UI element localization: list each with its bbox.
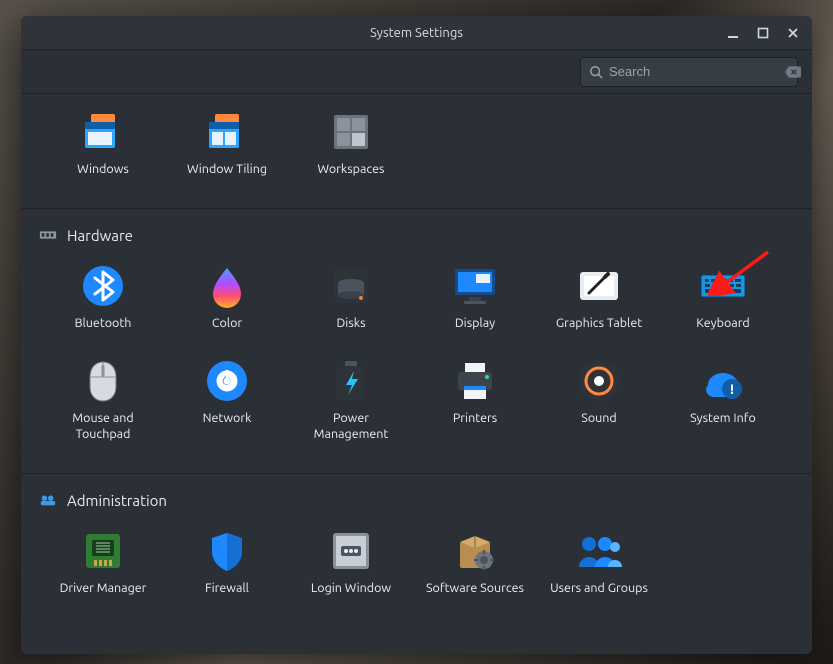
section-title: Administration [67,492,167,509]
item-color[interactable]: Color [167,258,287,336]
item-window-tiling[interactable]: Window Tiling [167,104,287,182]
graphics-tablet-icon [575,262,623,310]
item-label: Disks [336,316,365,332]
hardware-section-icon [39,228,57,242]
printers-icon [451,357,499,405]
item-label: Windows [77,162,129,178]
item-label: Login Window [311,581,391,597]
item-label: Window Tiling [187,162,267,178]
search-icon [589,65,603,79]
item-label: Color [212,316,242,332]
close-button[interactable] [786,26,800,40]
item-sound[interactable]: Sound [539,353,659,446]
section-hardware: Hardware Bluetooth [21,208,812,473]
power-icon [327,357,375,405]
mouse-icon [79,357,127,405]
network-icon [203,357,251,405]
item-disks[interactable]: Disks [291,258,411,336]
item-label: Software Sources [426,581,524,597]
item-label: Bluetooth [75,316,132,332]
item-label: Network [203,411,252,427]
display-icon [451,262,499,310]
workspaces-icon [327,108,375,156]
system-info-icon: ! [699,357,747,405]
bluetooth-icon [79,262,127,310]
keyboard-icon [699,262,747,310]
item-power-management[interactable]: Power Management [291,353,411,446]
disks-icon [327,262,375,310]
item-printers[interactable]: Printers [415,353,535,446]
clear-search-icon[interactable] [785,66,801,78]
minimize-button[interactable] [726,26,740,40]
driver-manager-icon [79,527,127,575]
window-title: System Settings [21,26,812,40]
window-tiling-icon [203,108,251,156]
item-label: Display [455,316,495,332]
item-label: Sound [581,411,616,427]
titlebar: System Settings [21,16,812,50]
svg-text:!: ! [730,381,734,397]
users-groups-icon [575,527,623,575]
item-workspaces[interactable]: Workspaces [291,104,411,182]
toolbar [21,50,812,94]
section-preferences: Windows Window Tiling [21,94,812,208]
item-keyboard[interactable]: Keyboard [663,258,783,336]
item-label: Firewall [205,581,249,597]
settings-window: System Settings [21,16,812,654]
sound-icon [575,357,623,405]
window-controls [726,26,804,40]
item-label: Workspaces [317,162,384,178]
item-label: Users and Groups [550,581,648,597]
item-login-window[interactable]: Login Window [291,523,411,601]
item-windows[interactable]: Windows [43,104,163,182]
content-area: Windows Window Tiling [21,94,812,654]
item-label: Printers [453,411,497,427]
item-label: Mouse and Touchpad [48,411,158,442]
firewall-icon [203,527,251,575]
item-graphics-tablet[interactable]: Graphics Tablet [539,258,659,336]
login-window-icon [327,527,375,575]
item-display[interactable]: Display [415,258,535,336]
item-bluetooth[interactable]: Bluetooth [43,258,163,336]
search-input[interactable] [609,64,785,79]
section-header-hardware: Hardware [21,209,812,252]
item-label: System Info [690,411,756,427]
item-mouse-touchpad[interactable]: Mouse and Touchpad [43,353,163,446]
item-label: Driver Manager [60,581,147,597]
item-system-info[interactable]: ! System Info [663,353,783,446]
item-firewall[interactable]: Firewall [167,523,287,601]
section-title: Hardware [67,227,133,244]
item-driver-manager[interactable]: Driver Manager [43,523,163,601]
item-software-sources[interactable]: Software Sources [415,523,535,601]
section-header-administration: Administration [21,474,812,517]
item-label: Graphics Tablet [556,316,642,332]
search-field[interactable] [580,57,798,87]
windows-icon [79,108,127,156]
item-label: Power Management [296,411,406,442]
administration-section-icon [39,493,57,507]
item-network[interactable]: Network [167,353,287,446]
color-icon [203,262,251,310]
item-users-groups[interactable]: Users and Groups [539,523,659,601]
software-sources-icon [451,527,499,575]
section-administration: Administration [21,473,812,627]
maximize-button[interactable] [756,26,770,40]
item-label: Keyboard [696,316,749,332]
